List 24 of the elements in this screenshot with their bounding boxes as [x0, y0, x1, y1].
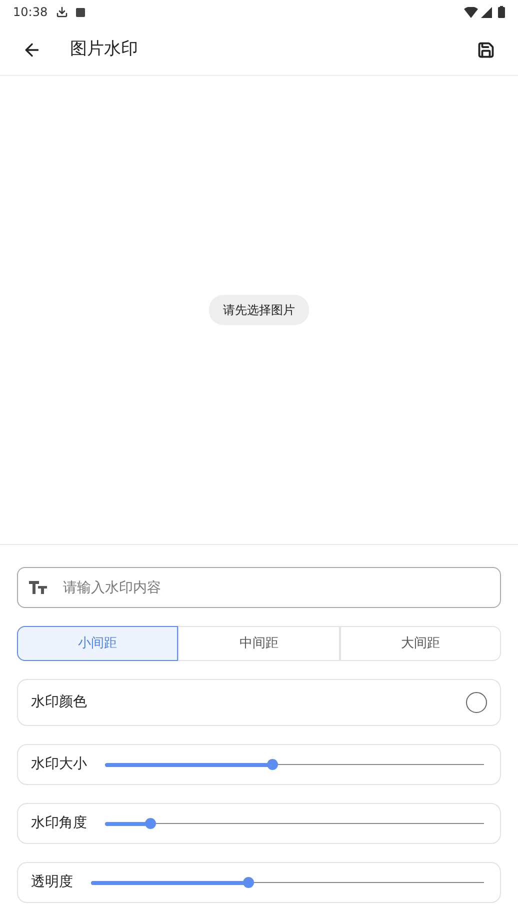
watermark-text-field[interactable]: 请输入水印内容	[17, 567, 501, 608]
select-image-hint: 请先选择图片	[209, 295, 309, 325]
text-size-icon	[29, 581, 47, 594]
slider-track[interactable]	[91, 876, 484, 888]
battery-icon	[498, 6, 505, 18]
color-swatch[interactable]	[466, 692, 487, 713]
slider-label: 水印角度	[31, 814, 87, 833]
slider-thumb[interactable]	[243, 877, 254, 888]
color-row[interactable]: 水印颜色	[17, 679, 501, 726]
color-label: 水印颜色	[31, 693, 87, 712]
slider-track[interactable]	[105, 758, 484, 770]
slider-label: 透明度	[31, 873, 73, 892]
slider-thumb[interactable]	[266, 759, 278, 770]
slider-label: 水印大小	[31, 755, 87, 774]
download-icon	[56, 6, 68, 18]
slider-thumb[interactable]	[145, 818, 156, 829]
page-title: 图片水印	[70, 38, 138, 61]
slider-track[interactable]	[105, 818, 484, 830]
notification-icon	[76, 8, 85, 16]
spacing-tab[interactable]: 大间距	[340, 626, 501, 661]
spacing-tab[interactable]: 中间距	[178, 626, 340, 661]
signal-icon	[481, 6, 492, 18]
wifi-icon	[464, 6, 478, 18]
status-time: 10:38	[13, 4, 48, 21]
